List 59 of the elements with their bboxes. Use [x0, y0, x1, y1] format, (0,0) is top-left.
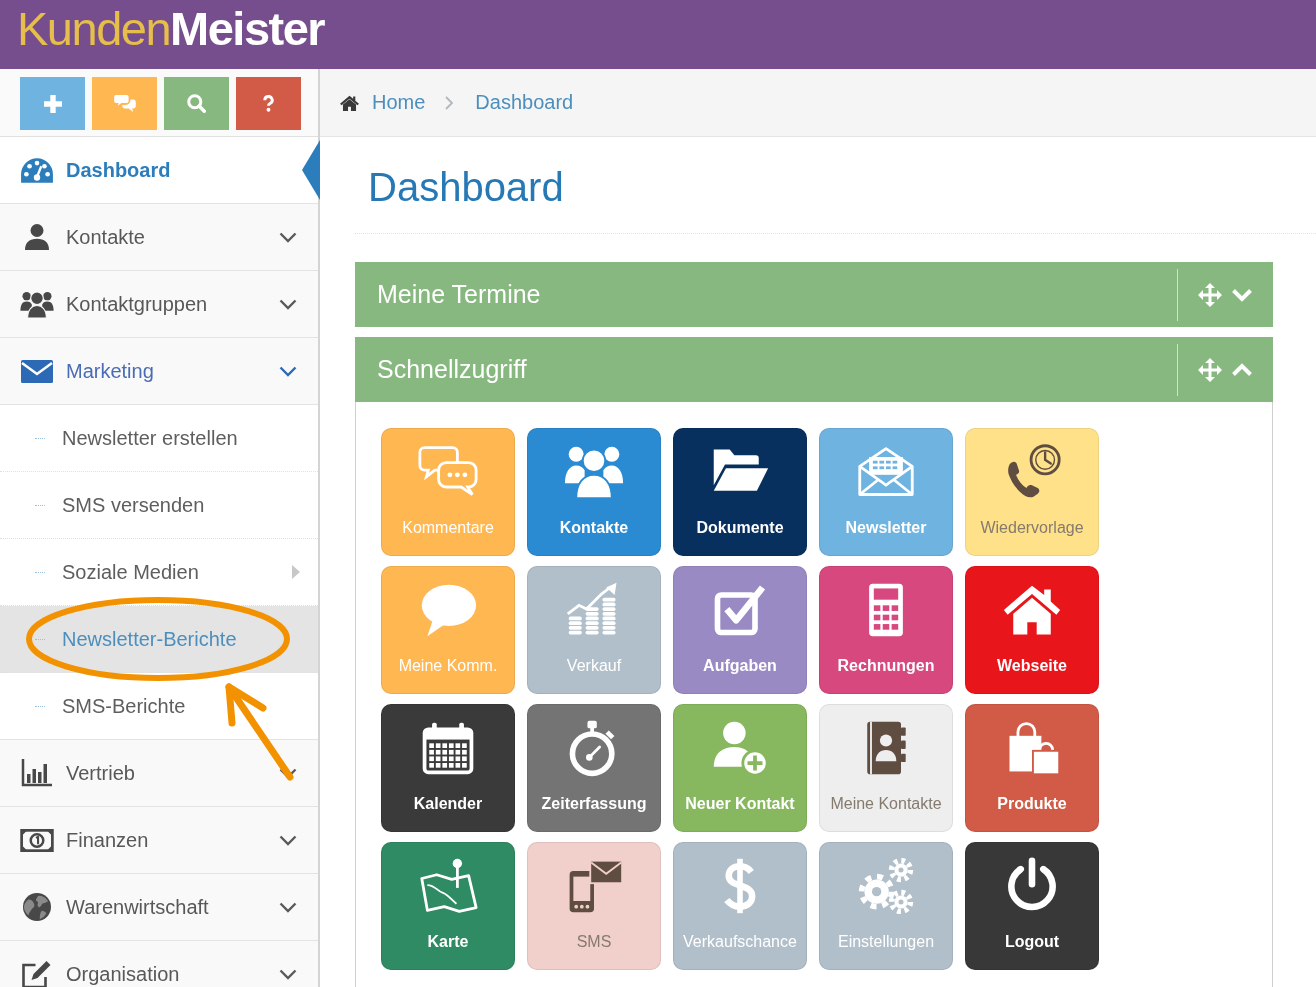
breadcrumb-link[interactable]: Dashboard	[475, 91, 574, 114]
shortcut-tile[interactable]: Karte	[381, 842, 515, 970]
banknote-icon	[20, 828, 54, 852]
shortcut-tile[interactable]: Kalender	[381, 704, 515, 832]
shortcut-button[interactable]	[236, 77, 301, 130]
submenu-item[interactable]: Newsletter erstellen	[0, 405, 318, 472]
chevron-right-icon	[445, 95, 454, 110]
caret-right-icon	[292, 565, 300, 579]
chevron-up-icon[interactable]	[1231, 362, 1253, 377]
envelope-icon	[21, 359, 53, 383]
submenu-item[interactable]: SMS-Berichte	[0, 673, 318, 740]
chevron-down-icon[interactable]	[1231, 287, 1253, 302]
submenu-item[interactable]: Soziale Medien	[0, 539, 318, 606]
gears-icon	[856, 856, 916, 916]
gauge-icon	[20, 157, 54, 183]
page-title: Dashboard	[368, 164, 565, 211]
submenu-item[interactable]: SMS versenden	[0, 472, 318, 539]
move-icon[interactable]	[1198, 282, 1222, 307]
user-icon	[25, 224, 49, 250]
chevron-down-icon	[279, 298, 297, 310]
question-icon	[263, 95, 274, 112]
shortcut-tile[interactable]: Zeiterfassung	[527, 704, 661, 832]
map-pin-icon	[418, 856, 478, 916]
shortcut-tile[interactable]: Neuer Kontakt	[673, 704, 807, 832]
widget-title: Meine Termine	[377, 280, 541, 309]
chevron-down-icon	[279, 834, 297, 846]
shortcut-tile[interactable]: Kontakte	[527, 428, 661, 556]
shortcut-tile[interactable]: SMS	[527, 842, 661, 970]
shortcut-tile[interactable]: Meine Kontakte	[819, 704, 953, 832]
breadcrumb-link[interactable]: Home	[372, 91, 426, 114]
nav-item[interactable]: Dashboard	[0, 137, 318, 204]
submenu-item[interactable]: Newsletter-Berichte	[0, 606, 318, 673]
shortcut-tile[interactable]: Logout	[965, 842, 1099, 970]
chevron-down-icon	[279, 231, 297, 243]
shortcut-button[interactable]	[164, 77, 229, 130]
pencil-square-icon	[21, 959, 53, 987]
chevron-down-icon	[279, 901, 297, 913]
plus-icon	[43, 94, 62, 113]
bar-chart-icon	[20, 758, 54, 788]
users-icon	[20, 290, 54, 318]
shortcut-tile[interactable]: Aufgaben	[673, 566, 807, 694]
triangle-pointer-icon	[302, 140, 320, 200]
shortcut-tile[interactable]: Newsletter	[819, 428, 953, 556]
chevron-down-icon	[279, 365, 297, 377]
shortcut-button[interactable]	[20, 77, 85, 130]
logo: KundenMeister	[17, 2, 325, 55]
chevron-down-icon	[279, 968, 297, 980]
move-icon[interactable]	[1198, 357, 1222, 382]
shortcut-tile[interactable]: Webseite	[965, 566, 1099, 694]
shortcut-tile[interactable]: Rechnungen	[819, 566, 953, 694]
shortcut-tile[interactable]: Produkte	[965, 704, 1099, 832]
shortcut-tile[interactable]: Dokumente	[673, 428, 807, 556]
home-icon	[340, 94, 359, 111]
comments-icon	[113, 94, 136, 113]
shortcut-button[interactable]	[92, 77, 157, 130]
search-icon	[187, 94, 206, 113]
widget-title: Schnellzugriff	[377, 355, 527, 384]
globe-icon	[23, 893, 51, 921]
shortcut-tile[interactable]: Wiedervorlage	[965, 428, 1099, 556]
